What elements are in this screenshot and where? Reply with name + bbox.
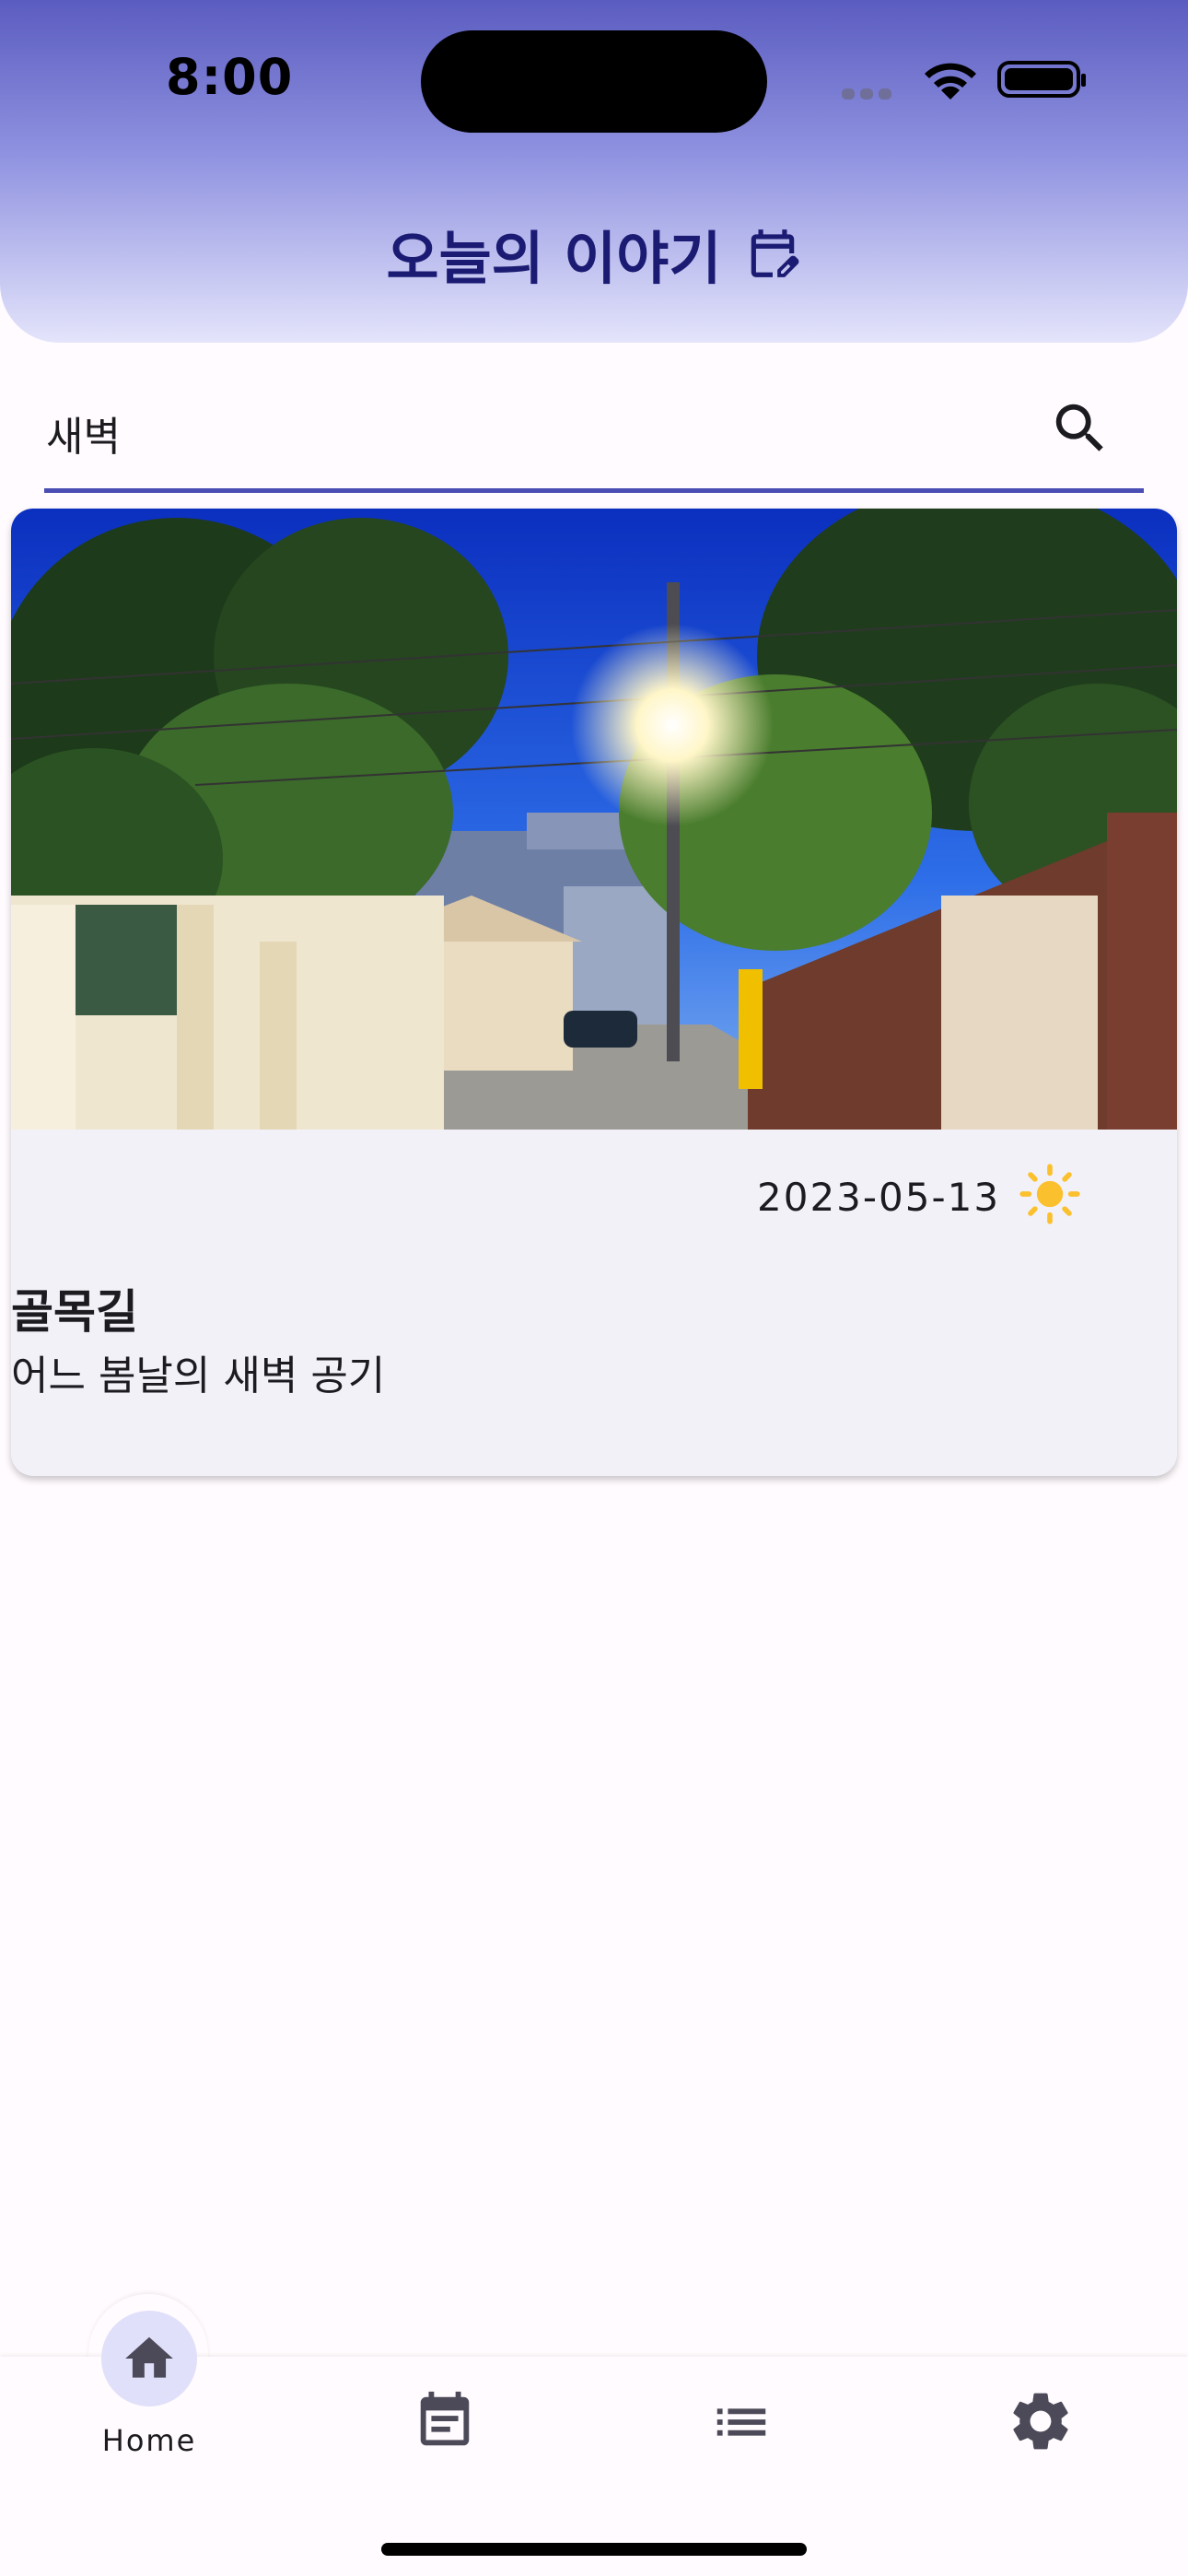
home-icon: [125, 2336, 173, 2378]
story-photo: [11, 509, 1177, 1130]
sun-icon: [1019, 1164, 1080, 1224]
list-icon[interactable]: [709, 2390, 774, 2454]
dynamic-island: [421, 30, 767, 133]
nav-active-indicator: [101, 2311, 197, 2406]
title-row: 오늘의 이야기: [0, 212, 1188, 295]
edit-calendar-icon[interactable]: [744, 225, 801, 282]
entry-date: 2023-05-13: [757, 1175, 1001, 1220]
wifi-icon: [925, 63, 976, 100]
story-card[interactable]: 2023-05-13 골목길 어느 봄날의 새벽 공기: [11, 509, 1177, 1476]
search-input[interactable]: [44, 400, 1015, 466]
home-indicator[interactable]: [381, 2543, 807, 2556]
gear-icon[interactable]: [1006, 2386, 1076, 2456]
battery-icon: [997, 61, 1086, 98]
entry-title: 골목길: [11, 1285, 138, 1339]
status-time: 8:00: [166, 48, 294, 106]
search-icon[interactable]: [1048, 396, 1112, 461]
nav-home-label: Home: [101, 2423, 197, 2458]
search-bar[interactable]: [44, 378, 1144, 493]
cellular-signal-icon: [842, 86, 897, 103]
nav-item-home[interactable]: Home: [99, 2311, 199, 2458]
entry-subtitle: 어느 봄날의 새벽 공기: [11, 1352, 386, 1399]
page-title: 오늘의 이야기: [386, 225, 722, 292]
app-header: 8:00 오늘의 이야기: [0, 0, 1188, 343]
calendar-icon[interactable]: [413, 2386, 477, 2456]
